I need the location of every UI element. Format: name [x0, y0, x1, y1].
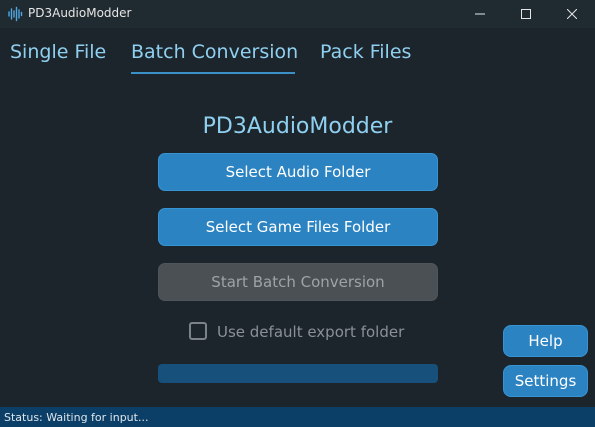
minimize-icon — [475, 13, 485, 15]
status-bar: Status: Waiting for input... — [0, 407, 595, 427]
window-title: PD3AudioModder — [28, 6, 132, 20]
default-export-checkbox[interactable] — [189, 322, 207, 340]
status-text: Status: Waiting for input... — [4, 411, 149, 424]
active-tab-indicator — [131, 72, 295, 74]
close-icon — [567, 9, 577, 19]
tab-single-file[interactable]: Single File — [10, 41, 106, 63]
default-export-label[interactable]: Use default export folder — [217, 323, 404, 341]
tab-batch-conversion[interactable]: Batch Conversion — [131, 41, 298, 63]
waveform-icon — [8, 6, 23, 22]
select-game-files-folder-button[interactable]: Select Game Files Folder — [158, 208, 438, 246]
tab-pack-files[interactable]: Pack Files — [320, 41, 411, 63]
close-button[interactable] — [549, 0, 595, 28]
page-title: PD3AudioModder — [202, 114, 393, 139]
maximize-icon — [521, 9, 531, 19]
app-window: PD3AudioModder Single File Batch Convers… — [0, 0, 595, 427]
start-batch-conversion-button[interactable]: Start Batch Conversion — [158, 263, 438, 301]
title-bar: PD3AudioModder — [0, 0, 595, 28]
help-button[interactable]: Help — [503, 325, 588, 357]
progress-bar — [158, 364, 438, 383]
select-audio-folder-button[interactable]: Select Audio Folder — [158, 153, 438, 191]
settings-button[interactable]: Settings — [503, 365, 588, 397]
maximize-button[interactable] — [503, 0, 549, 28]
minimize-button[interactable] — [457, 0, 503, 28]
